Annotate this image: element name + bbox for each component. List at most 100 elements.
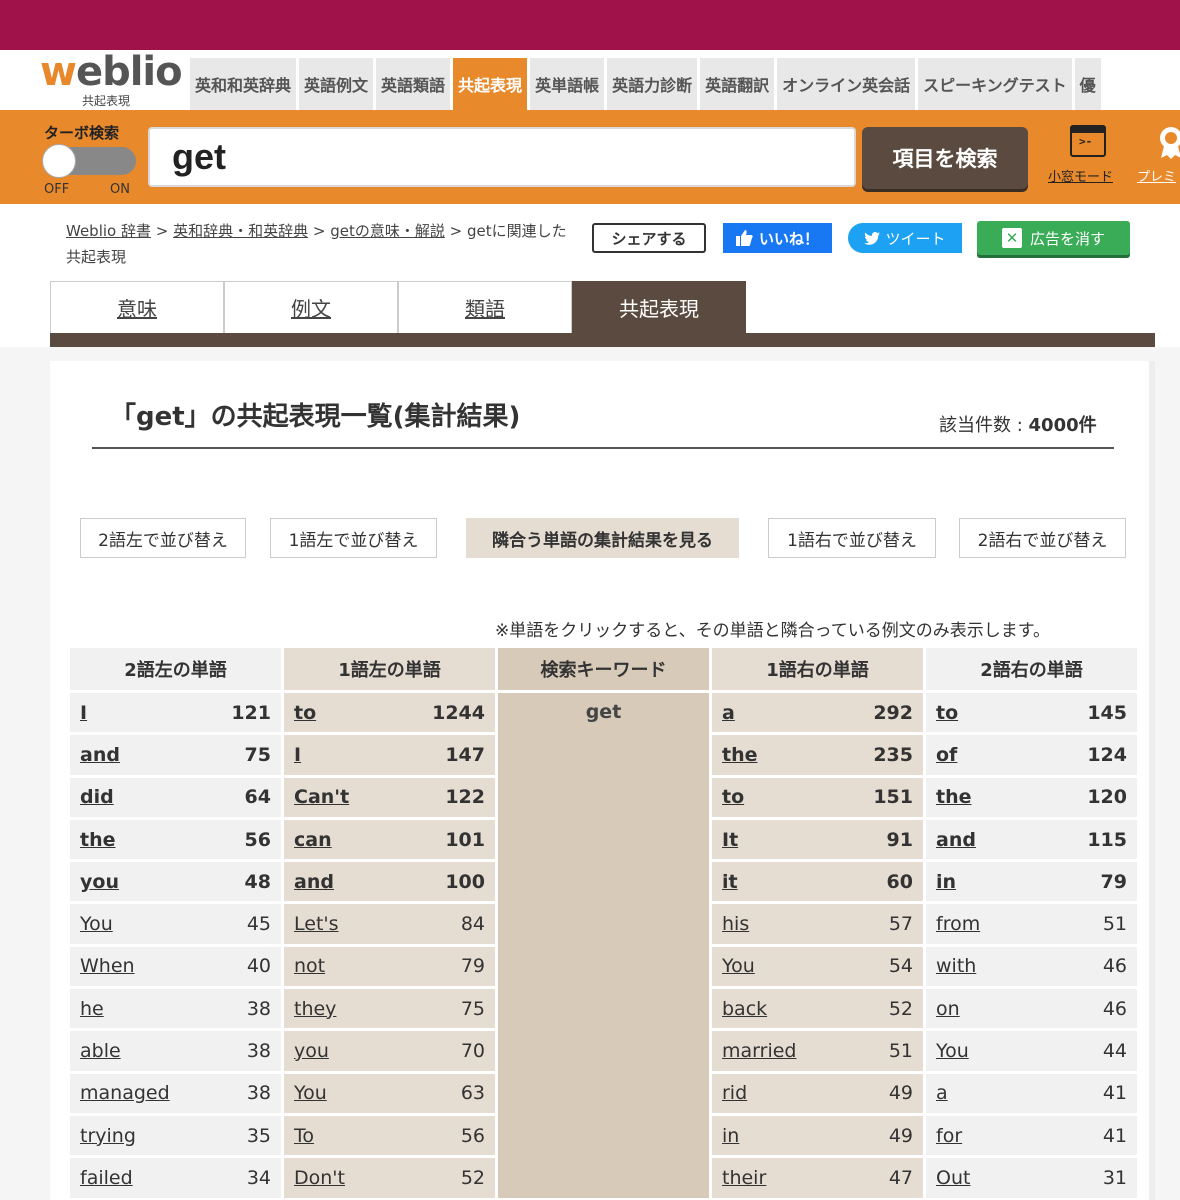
collocate-word-link[interactable]: on (936, 998, 960, 1020)
collocate-word-link[interactable]: not (294, 955, 325, 977)
collocate-word-link[interactable]: and (80, 744, 120, 766)
collocate-word-link[interactable]: of (936, 744, 957, 766)
remove-ads-button[interactable]: ✕ 広告を消す (977, 221, 1130, 255)
collocate-word-link[interactable]: with (936, 955, 976, 977)
premium-badge-icon[interactable] (1156, 124, 1180, 160)
cell-content: to 151 (712, 786, 923, 808)
collocate-word-link[interactable]: able (80, 1040, 121, 1062)
collocate-word-link[interactable]: and (294, 871, 334, 893)
collocate-word-link[interactable]: to (294, 702, 316, 724)
nav-tab-more[interactable]: 優 (1074, 58, 1101, 110)
weblio-logo[interactable]: weblio 共起表現 (40, 49, 185, 108)
collocate-word-link[interactable]: You (722, 955, 755, 977)
share-button[interactable]: シェアする (592, 223, 706, 253)
sort-2-left-button[interactable]: 2語左で並び替え (80, 518, 246, 558)
search-button[interactable]: 項目を検索 (862, 127, 1028, 189)
nav-tab-honyaku[interactable]: 英語翻訳 (700, 58, 775, 110)
click-hint-note: ※単語をクリックすると、その単語と隣合っている例文のみ表示します。 (495, 621, 1051, 641)
collocate-word-link[interactable]: his (722, 913, 749, 935)
cell-content: Let's 84 (284, 913, 495, 935)
collocate-word-link[interactable]: he (80, 998, 104, 1020)
collocate-word-link[interactable]: I (294, 744, 301, 766)
collocate-word-link[interactable]: did (80, 786, 114, 808)
collocate-word-link[interactable]: a (936, 1082, 948, 1104)
close-icon: ✕ (1001, 228, 1022, 248)
mini-window-icon[interactable]: >- (1070, 125, 1106, 157)
premium-link[interactable]: プレミ (1137, 166, 1176, 185)
collocate-word-link[interactable]: married (722, 1040, 796, 1062)
sort-1-right-button[interactable]: 1語右で並び替え (768, 518, 936, 558)
tab-meaning[interactable]: 意味 (50, 281, 224, 333)
turbo-toggle[interactable] (42, 144, 136, 178)
collocate-word-link[interactable]: in (936, 871, 956, 893)
collocate-word-link[interactable]: trying (80, 1125, 136, 1147)
breadcrumb-link-dictionary[interactable]: 英和辞典・和英辞典 (173, 222, 308, 240)
result-count-label: 該当件数 : (939, 415, 1029, 436)
tab-collocations[interactable]: 共起表現 (572, 281, 746, 333)
collocate-word-link[interactable]: it (722, 871, 738, 893)
toggle-knob[interactable] (42, 144, 76, 178)
breadcrumb-link-weblio[interactable]: Weblio 辞書 (66, 222, 151, 240)
nav-tab-eiwa[interactable]: 英和和英辞典 (190, 58, 297, 110)
collocate-word-link[interactable]: in (722, 1125, 739, 1147)
cell-content: a 292 (712, 702, 923, 724)
collocate-word-link[interactable]: You (80, 913, 113, 935)
collocate-word-link[interactable]: It (722, 829, 738, 851)
collocate-word-link[interactable]: you (80, 871, 119, 893)
collocate-word-link[interactable]: I (80, 702, 87, 724)
collocate-word-link[interactable]: the (80, 829, 116, 851)
nav-tab-speaking[interactable]: スピーキングテスト (918, 58, 1072, 110)
collocate-word-link[interactable]: You (294, 1082, 327, 1104)
nav-tab-eikaiwa[interactable]: オンライン英会話 (777, 58, 916, 110)
nav-tab-shindan[interactable]: 英語力診断 (607, 58, 698, 110)
collocate-word-link[interactable]: Don't (294, 1167, 345, 1189)
view-adjacent-button[interactable]: 隣合う単語の集計結果を見る (466, 518, 739, 558)
tab-synonyms[interactable]: 類語 (398, 281, 572, 333)
collocate-word-link[interactable]: You (936, 1040, 969, 1062)
collocate-word-link[interactable]: managed (80, 1082, 170, 1104)
nav-tab-reibun[interactable]: 英語例文 (299, 58, 374, 110)
collocate-word-link[interactable]: their (722, 1167, 766, 1189)
cell-content: can 101 (284, 829, 495, 851)
collocate-word-link[interactable]: and (936, 829, 976, 851)
collocate-word-link[interactable]: failed (80, 1167, 133, 1189)
tweet-button[interactable]: ツイート (848, 223, 962, 253)
collocate-word-link[interactable]: they (294, 998, 336, 1020)
collocate-word-link[interactable]: you (294, 1040, 329, 1062)
cell-right1: rid 49 (712, 1070, 923, 1113)
nav-tab-tangocho[interactable]: 英単語帳 (530, 58, 605, 110)
nav-tab-kyoki[interactable]: 共起表現 (453, 58, 528, 110)
collocate-word-link[interactable]: to (722, 786, 744, 808)
toggle-on-label: ON (110, 182, 130, 197)
collocate-word-link[interactable]: for (936, 1125, 962, 1147)
collocate-word-link[interactable]: a (722, 702, 735, 724)
collocate-word-link[interactable]: the (936, 786, 972, 808)
nav-tab-ruigo[interactable]: 英語類語 (376, 58, 451, 110)
sort-2-right-button[interactable]: 2語右で並び替え (959, 518, 1126, 558)
collocate-word-link[interactable]: To (294, 1125, 314, 1147)
collocate-word-link[interactable]: the (722, 744, 758, 766)
result-count: 該当件数 : 4000件 (939, 411, 1097, 437)
collocate-word-link[interactable]: Out (936, 1167, 970, 1189)
collocate-word-link[interactable]: to (936, 702, 958, 724)
cell-left1: To 56 (284, 1112, 495, 1156)
breadcrumb-link-get[interactable]: getの意味・解説 (330, 222, 445, 240)
collocate-count: 75 (244, 743, 271, 766)
collocate-word-link[interactable]: When (80, 955, 135, 977)
collocate-word-link[interactable]: back (722, 998, 767, 1020)
mini-mode-link[interactable]: 小窓モード (1048, 166, 1113, 185)
like-label: いいね！ (758, 229, 819, 248)
collocate-word-link[interactable]: Can't (294, 786, 349, 808)
collocate-word-link[interactable]: rid (722, 1082, 747, 1104)
collocate-word-link[interactable]: from (936, 913, 980, 935)
cell-left2: you 48 (70, 859, 281, 902)
collocate-word-link[interactable]: Let's (294, 913, 339, 935)
column-gap (495, 859, 498, 902)
facebook-like-button[interactable]: いいね！ (723, 223, 832, 253)
collocate-count: 63 (460, 1082, 485, 1105)
tab-examples[interactable]: 例文 (224, 281, 398, 333)
sort-1-left-button[interactable]: 1語左で並び替え (270, 518, 437, 558)
search-input[interactable]: get (148, 127, 856, 187)
cell-content: Don't 52 (284, 1167, 495, 1189)
collocate-word-link[interactable]: can (294, 829, 332, 851)
